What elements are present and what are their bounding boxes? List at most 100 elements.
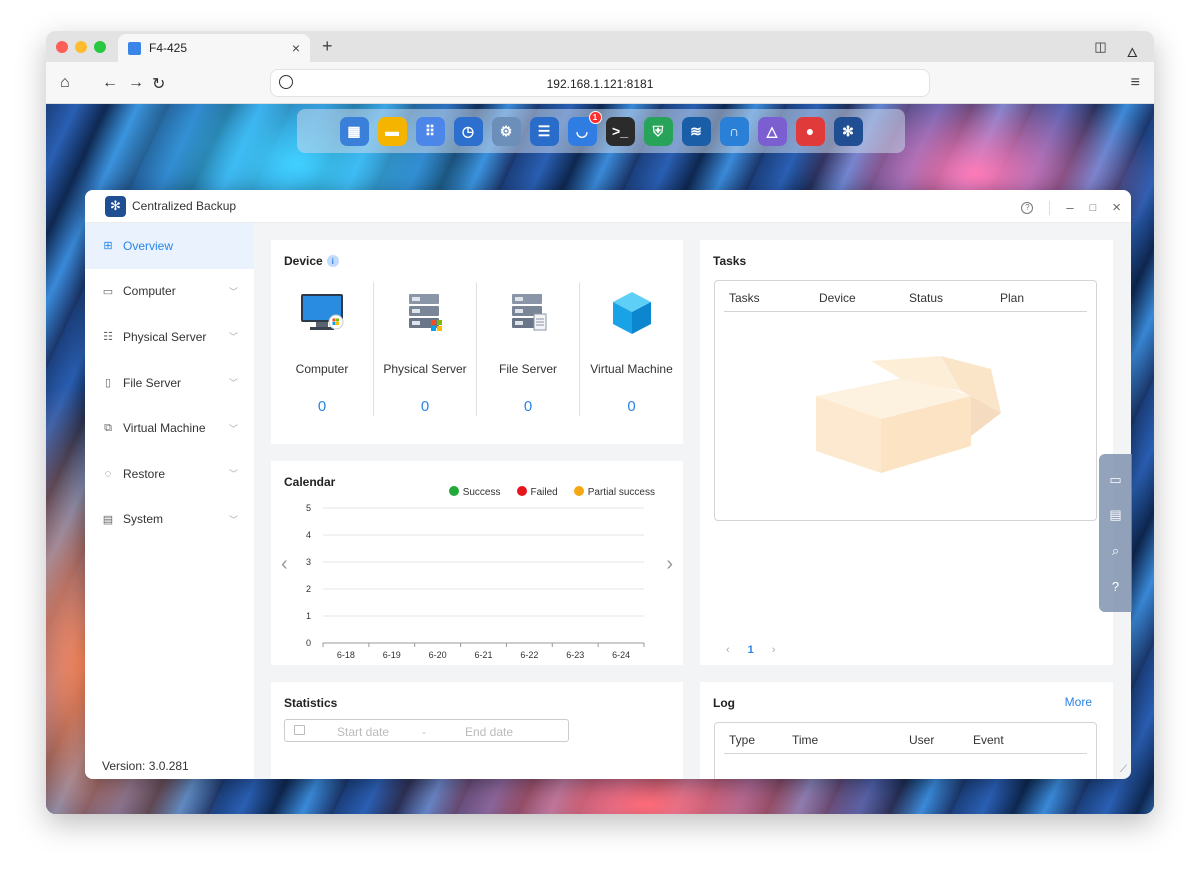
y-tick-label: 0: [306, 638, 311, 648]
device-physical-server[interactable]: Physical Server 0: [374, 282, 477, 416]
url-text: 192.168.1.121:8181: [546, 77, 654, 91]
device-count[interactable]: 0: [271, 398, 373, 415]
address-bar[interactable]: 192.168.1.121:8181: [270, 69, 930, 97]
close-light[interactable]: [56, 41, 68, 53]
notes-icon[interactable]: ▬: [377, 116, 407, 146]
message-icon[interactable]: ▤: [1109, 507, 1123, 522]
end-date-input[interactable]: End date: [465, 725, 513, 739]
sidebar-item-file-server[interactable]: ▯ File Server ﹀: [85, 360, 254, 406]
help-icon[interactable]: ?: [1021, 201, 1034, 214]
resize-grip-icon[interactable]: ⟋: [1120, 764, 1127, 775]
shopping-bag-icon[interactable]: ◡ 1: [567, 110, 602, 146]
y-tick-label: 3: [306, 557, 311, 567]
device-virtual-machine[interactable]: Virtual Machine 0: [580, 282, 683, 416]
file-manager-icon[interactable]: ▦: [339, 116, 369, 146]
menu-icon[interactable]: ≡: [1131, 74, 1140, 92]
sidebar-item-system[interactable]: ▤ System ﹀: [85, 497, 254, 543]
log-more-link[interactable]: More: [1065, 695, 1092, 709]
y-tick-label: 4: [306, 530, 311, 540]
tab-close-icon[interactable]: ×: [292, 40, 300, 56]
chevron-down-icon[interactable]: ﹀: [229, 422, 238, 435]
sidebar-item-computer[interactable]: ▭ Computer ﹀: [85, 269, 254, 315]
app-glyph: ✻: [842, 122, 854, 139]
sidebar-item-label: Virtual Machine: [123, 421, 206, 436]
device-computer[interactable]: Computer 0: [271, 282, 374, 416]
chevron-down-icon[interactable]: ﹀: [229, 285, 238, 298]
reload-icon[interactable]: ↻: [152, 74, 165, 94]
sidebar-item-physical-server[interactable]: ☷ Physical Server ﹀: [85, 314, 254, 360]
app-glyph: ◷: [461, 122, 475, 139]
file-server-icon: ▯: [104, 377, 112, 390]
browser-tab[interactable]: F4-425 ×: [118, 34, 310, 62]
app-glyph: ⚙: [499, 122, 513, 139]
forward-icon[interactable]: →: [128, 74, 144, 92]
tasks-card: Tasks Tasks Device Status Plan ‹ 1 ›: [700, 240, 1113, 665]
app-center-icon[interactable]: ⠿: [415, 116, 445, 146]
date-range-picker[interactable]: Start date - End date: [284, 719, 569, 742]
floating-toolbar: ▭ ▤ ⌕ ?: [1099, 454, 1132, 612]
zoom-light[interactable]: [94, 41, 106, 53]
chart-icon[interactable]: ▭: [1109, 472, 1123, 487]
close-button[interactable]: ×: [1112, 199, 1121, 216]
settings-gear-icon[interactable]: ⚙: [491, 116, 521, 146]
x-tick-label: 6-20: [429, 650, 447, 660]
help-icon[interactable]: ?: [1109, 579, 1123, 594]
jellyfin-icon[interactable]: △: [757, 116, 787, 146]
chevron-down-icon[interactable]: ﹀: [229, 376, 238, 389]
device-count[interactable]: 0: [580, 398, 683, 415]
minimize-light[interactable]: [75, 41, 87, 53]
terminal-icon[interactable]: >_: [605, 116, 635, 146]
log-title: Log: [713, 696, 735, 710]
info-icon[interactable]: i: [326, 255, 339, 267]
column-header[interactable]: Time: [792, 733, 818, 747]
chevron-down-icon[interactable]: ﹀: [229, 467, 238, 480]
x-tick-label: 6-19: [383, 650, 401, 660]
pager-current-page[interactable]: 1: [748, 644, 754, 656]
minimize-button[interactable]: –: [1066, 200, 1073, 215]
backup-clock-icon[interactable]: ◷: [453, 116, 483, 146]
column-header[interactable]: Status: [909, 291, 943, 305]
sidebar-item-label: File Server: [123, 375, 182, 390]
x-tick-label: 6-24: [612, 650, 630, 660]
home-icon[interactable]: ⌂: [60, 74, 70, 92]
device-count[interactable]: 0: [477, 398, 579, 415]
chevron-down-icon[interactable]: ﹀: [229, 513, 238, 526]
security-shield-icon[interactable]: ⛨: [643, 116, 673, 146]
sidebar: ⊞ Overview ▭ Computer ﹀ ☷ Physical Server ﹀ ▯ Fil…: [85, 223, 254, 779]
log-table: Type Time User Event: [714, 722, 1097, 779]
device-count[interactable]: 0: [374, 398, 476, 415]
sidebar-item-overview[interactable]: ⊞ Overview: [85, 223, 254, 269]
column-header[interactable]: Type: [729, 733, 755, 747]
start-date-input[interactable]: Start date: [337, 725, 389, 739]
tasks-title: Tasks: [713, 254, 747, 268]
storage-icon[interactable]: ☰: [529, 116, 559, 146]
back-icon[interactable]: ←: [102, 74, 118, 92]
virtual-machine-icon: ⧉: [104, 421, 112, 434]
pager-prev-button[interactable]: ‹: [726, 644, 730, 656]
docker-whale-icon[interactable]: ≋: [681, 116, 711, 146]
column-header[interactable]: Plan: [1000, 291, 1024, 305]
pager-next-button[interactable]: ›: [772, 644, 776, 656]
column-header[interactable]: Event: [973, 733, 1004, 747]
device-file-server[interactable]: File Server 0: [477, 282, 580, 416]
beta-bird-icon[interactable]: ●: [795, 116, 825, 146]
app-glyph: ▬: [385, 123, 399, 139]
sidebar-item-restore[interactable]: ◌ Restore ﹀: [85, 451, 254, 497]
new-tab-button[interactable]: +: [322, 36, 333, 57]
search-icon[interactable]: ⌕: [1109, 543, 1123, 558]
file-server-icon: [512, 294, 547, 331]
app-glyph: >_: [612, 123, 628, 139]
window-titlebar: ✻ Centralized Backup ? – □ ×: [85, 190, 1131, 223]
centralized-backup-icon[interactable]: ✻: [833, 116, 863, 146]
sidebar-item-virtual-machine[interactable]: ⧉ Virtual Machine ﹀: [85, 405, 254, 451]
app-glyph: ▦: [347, 122, 361, 139]
column-header[interactable]: Device: [819, 291, 856, 305]
column-header[interactable]: Tasks: [729, 291, 760, 305]
column-header[interactable]: User: [909, 733, 934, 747]
sidebar-item-label: Restore: [123, 466, 166, 481]
chevron-down-icon[interactable]: ﹀: [229, 330, 238, 343]
device-label: Physical Server: [383, 362, 467, 376]
maximize-button[interactable]: □: [1090, 202, 1097, 214]
app-glyph: ●: [805, 123, 815, 139]
headset-support-icon[interactable]: ∩: [719, 116, 749, 146]
